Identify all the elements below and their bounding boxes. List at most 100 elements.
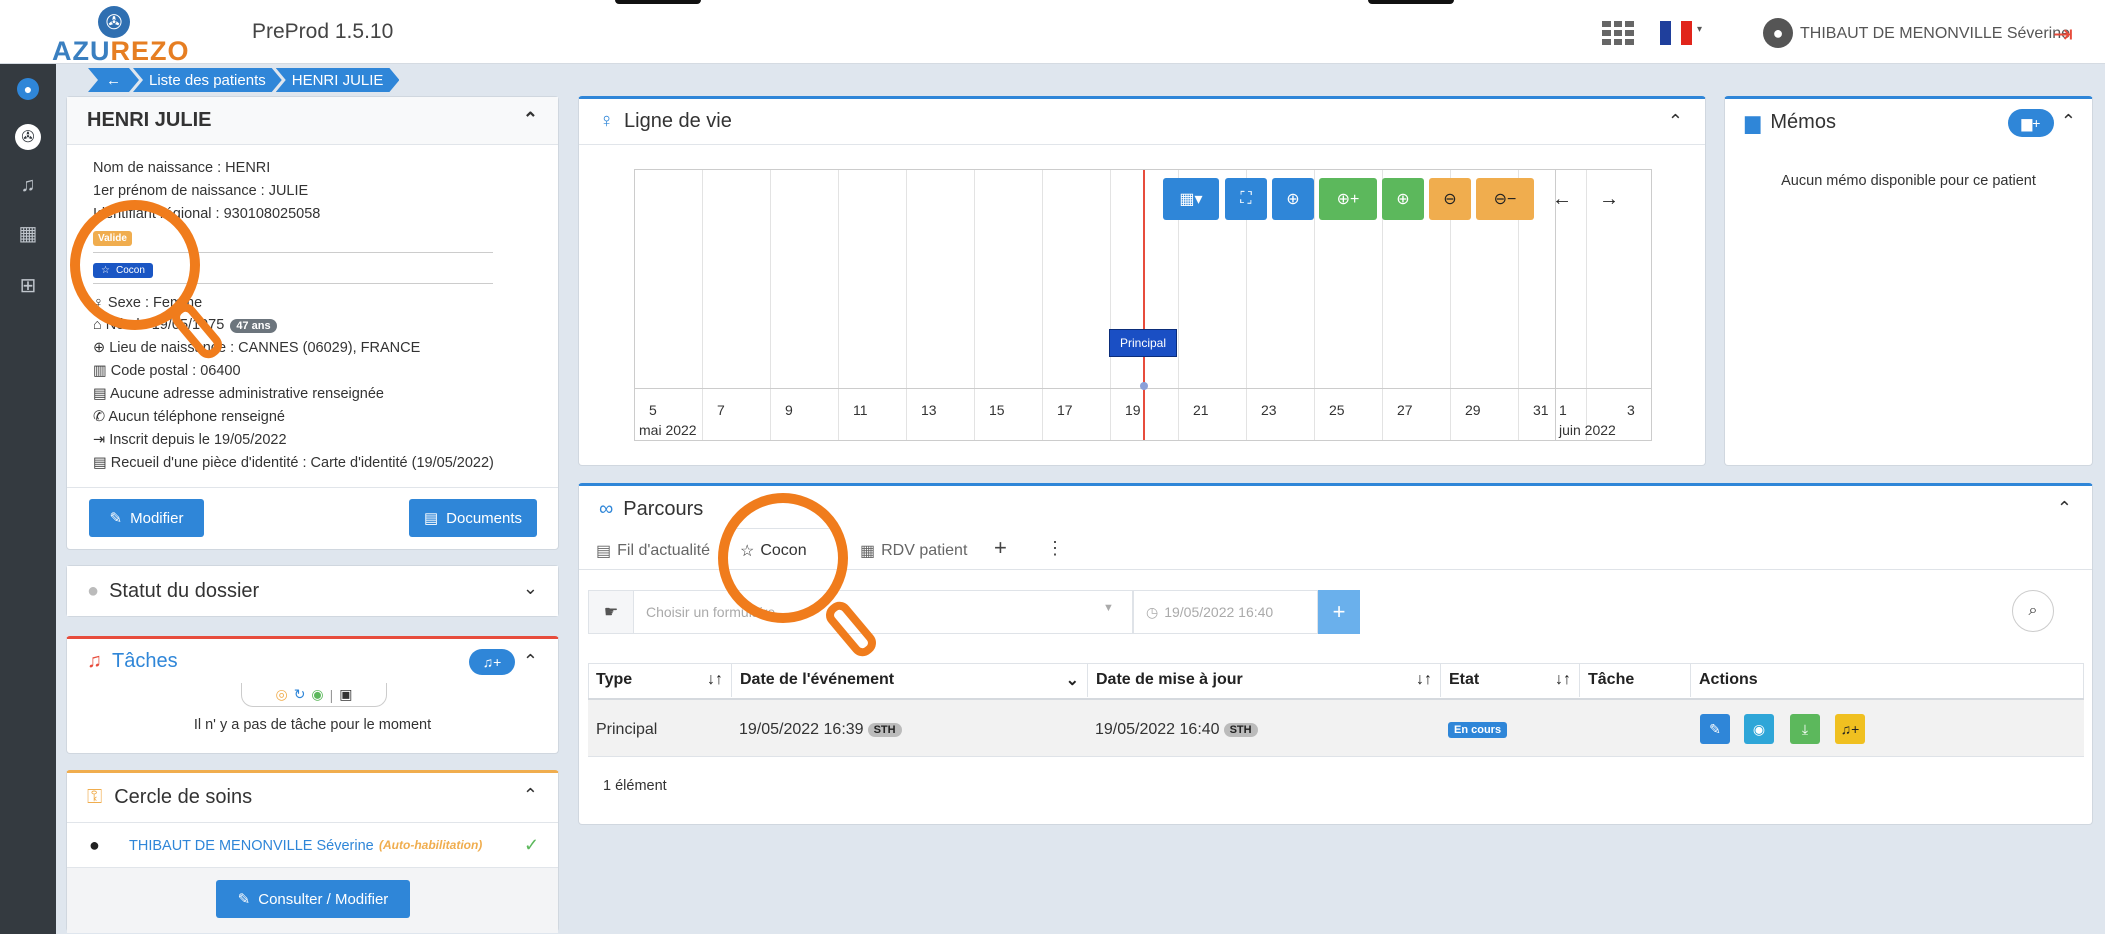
azurezo-logo[interactable]: AZUREZO [52,36,190,67]
consult-modify-label: Consulter / Modifier [258,890,389,908]
calendar-dropdown-button[interactable]: ▦▾ [1163,178,1219,220]
statut-panel[interactable]: ● Statut du dossier ⌄ [66,565,559,617]
tab-fil-actualite[interactable]: ▤ Fil d'actualité [596,541,710,561]
id-doc: Recueil d'une pièce d'identité : Carte d… [110,455,494,471]
key-icon: ⚿ [87,786,103,808]
crosshair-icon[interactable]: ⊕ [1272,178,1314,220]
add-task-button[interactable]: ♫+ [469,649,515,675]
tick-label: 15 [989,402,1005,418]
clock-icon: ◷ [1146,603,1159,620]
id-doc-line: ▤ Recueil d'une pièce d'identité : Carte… [93,455,494,471]
age-badge: 47 ans [230,319,277,333]
tick-label: 27 [1397,402,1413,418]
cercle-panel: ⚿ Cercle de soins ⌃ ● THIBAUT DE MENONVILL… [66,770,559,933]
chevron-up-icon[interactable]: ⌃ [523,109,538,130]
refresh-icon[interactable]: ↻ [294,686,306,703]
memos-header[interactable]: ▆ Mémos ▆+ ⌃ [1725,99,2092,145]
add-form-button[interactable]: + [1318,590,1360,634]
fit-icon[interactable]: ⛶ [1225,178,1267,220]
event-dot [1140,382,1148,390]
chevron-up-icon[interactable]: ⌃ [523,651,538,672]
form-select[interactable]: Choisir un formulaire [633,590,1133,634]
document-icon: ▤ [423,510,439,527]
calendar-check-icon[interactable]: ▣ [339,686,352,703]
patient-icon[interactable]: ● [0,72,56,106]
task-filter-bar[interactable]: ◎ ↻ ◉ | ▣ [241,683,387,707]
parcours-title: Parcours [623,497,704,520]
col-event-date[interactable]: Date de l'événement ⌄ [731,663,1087,697]
ligne-de-vie-header[interactable]: ♀ Ligne de vie ⌃ [579,99,1705,145]
consult-modify-button[interactable]: ✎ Consulter / Modifier [216,880,410,918]
circle-icon[interactable]: ◎ [275,686,287,703]
col-update-date[interactable]: Date de mise à jour ↓↑ [1087,663,1440,697]
calendar-icon[interactable]: ▦ [0,216,56,250]
chevron-down-icon[interactable]: ⌄ [1066,670,1079,690]
timeline-toolbar: ▦▾ ⛶ ⊕ ⊕+ ⊕ ⊖ ⊖− [1163,178,1563,220]
col-tache-label: Tâche [1588,671,1635,688]
patient-panel-header[interactable]: HENRI JULIE ⌃ [67,97,558,145]
memos-empty: Aucun mémo disponible pour ce patient [1781,173,2036,189]
breadcrumb-back[interactable]: ← [88,68,139,92]
french-flag-icon[interactable] [1660,21,1693,45]
tick-label: 9 [785,402,793,418]
azurezo-logo-icon[interactable]: ✇ [98,6,130,38]
bell-plus-icon[interactable]: ♫+ [1835,714,1865,744]
azurezo-nav-icon[interactable]: ✇ [0,120,56,154]
tick-label: 3 [1627,402,1635,418]
eye-icon[interactable]: ◉ [1744,714,1774,744]
check-circle-icon[interactable]: ◉ [311,686,323,703]
user-avatar-icon[interactable]: ● [1763,18,1793,48]
edit-icon[interactable]: ✎ [1700,714,1730,744]
modify-button[interactable]: ✎ Modifier [89,499,204,537]
sort-icon[interactable]: ↓↑ [707,671,723,689]
col-type[interactable]: Type ↓↑ [588,663,731,697]
breadcrumb-patient-list[interactable]: Liste des patients [133,68,282,92]
check-icon: ✓ [524,835,540,855]
cercle-header[interactable]: ⚿ Cercle de soins ⌃ [67,773,558,823]
patient-name: HENRI JULIE [87,109,212,131]
zoom-out-icon[interactable]: ⊖ [1429,178,1471,220]
col-etat[interactable]: Etat ↓↑ [1440,663,1579,697]
sort-icon[interactable]: ↓↑ [1555,671,1571,689]
user-name[interactable]: THIBAUT DE MENONVILLE Séverine [1800,25,2070,43]
bell-icon[interactable]: ♫ [0,168,56,202]
taches-panel: ♫ Tâches ♫+ ⌃ ◎ ↻ ◉ | ▣ Il n' y a pas de tâche … [66,636,559,754]
timeline-canvas[interactable]: Principal ▦▾ ⛶ ⊕ ⊕+ ⊕ ⊖ ⊖− ← → 5 7 9 11 … [634,169,1652,441]
breadcrumb-current[interactable]: HENRI JULIE [276,68,400,92]
add-tab-icon[interactable]: + [994,535,1007,561]
zoom-in-plus-icon[interactable]: ⊕+ [1319,178,1377,220]
tab-rdv-patient[interactable]: ▦ RDV patient [860,541,967,561]
zoom-out-minus-icon[interactable]: ⊖− [1476,178,1534,220]
select-caret-icon[interactable]: ▼ [1103,602,1114,614]
cercle-member[interactable]: THIBAUT DE MENONVILLE Séverine [129,838,374,854]
first-name: 1er prénom de naissance : JULIE [93,183,309,199]
zoom-in-icon[interactable]: ⊕ [1382,178,1424,220]
chevron-up-icon[interactable]: ⌃ [2057,498,2072,519]
timeline-event[interactable]: Principal [1109,329,1177,357]
more-vertical-icon[interactable]: ⋮ [1046,538,1064,559]
chevron-up-icon[interactable]: ⌃ [2061,111,2076,132]
cell-tache [1579,710,1587,750]
tick-label: 17 [1057,402,1073,418]
birthplace: Lieu de naissance : CANNES (06029), FRAN… [109,340,421,356]
apps-grid-icon[interactable] [1602,21,1634,45]
taches-header[interactable]: ♫ Tâches ♫+ ⌃ [67,639,558,683]
table-icon[interactable]: ⊞ [0,268,56,302]
language-caret-icon[interactable]: ▾ [1697,24,1702,35]
statut-header[interactable]: ● Statut du dossier ⌄ [67,566,558,616]
download-icon[interactable]: ⤓ [1790,714,1820,744]
logo-text-a: AZU [52,36,111,66]
cell-event-date: 19/05/2022 16:39 STH [731,710,902,750]
sort-icon[interactable]: ↓↑ [1416,671,1432,689]
arrow-left-icon[interactable]: ← [1552,188,1572,211]
chevron-up-icon[interactable]: ⌃ [1668,111,1683,132]
taches-title: Tâches [112,649,178,672]
documents-button[interactable]: ▤ Documents [409,499,537,537]
search-icon[interactable]: ⌕ [2012,590,2054,632]
date-input[interactable]: ◷ 19/05/2022 16:40 [1133,590,1318,634]
chevron-down-icon[interactable]: ⌄ [523,578,538,599]
add-memo-button[interactable]: ▆+ [2008,109,2054,137]
logout-icon[interactable]: ⇥ [2053,20,2073,49]
arrow-right-icon[interactable]: → [1599,188,1619,211]
chevron-up-icon[interactable]: ⌃ [523,785,538,806]
